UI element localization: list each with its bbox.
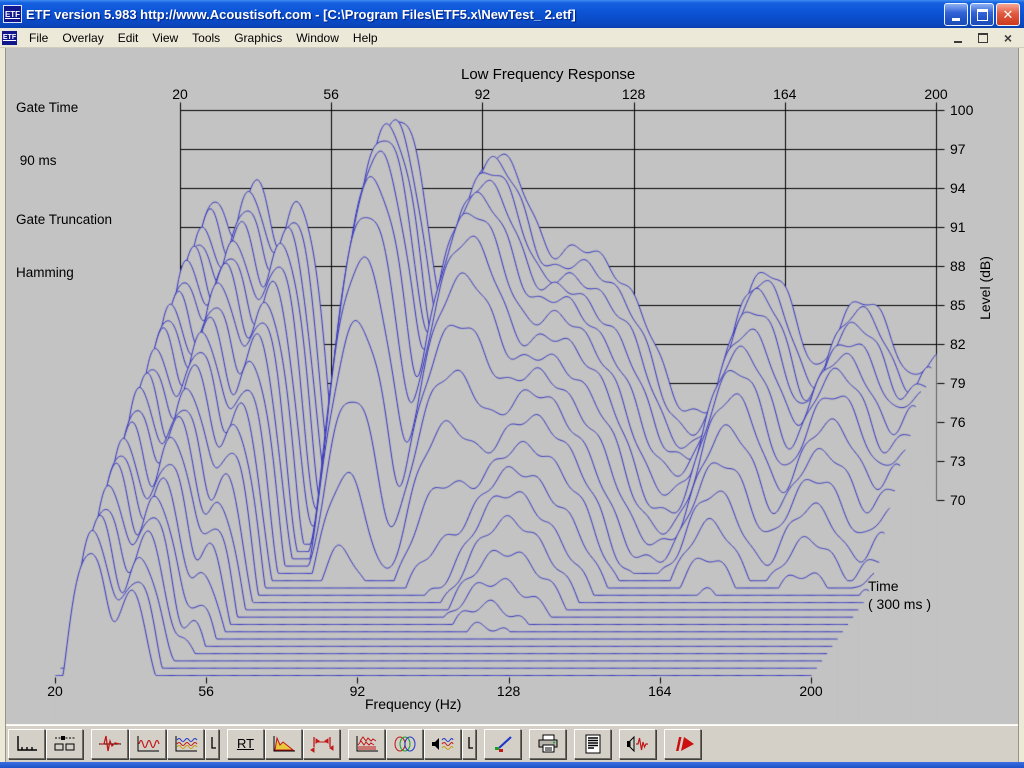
- toolbar-button-display-layout[interactable]: [46, 729, 83, 759]
- level-tick-label: 85: [950, 297, 966, 313]
- measure-run-icon: [670, 734, 696, 754]
- toolbar: RT: [6, 724, 1018, 762]
- toolbar-button-report[interactable]: [574, 729, 611, 759]
- freq-tick-label-rear: 164: [768, 86, 802, 102]
- marker-small-icon: [208, 734, 217, 754]
- freq-tick-label-front: 92: [340, 683, 374, 699]
- toolbar-button-waterfall[interactable]: [348, 729, 385, 759]
- toolbar-button-annotate-pencil[interactable]: [484, 729, 521, 759]
- display-layout-icon: [52, 734, 78, 754]
- toolbar-button-speaker-impulse[interactable]: [619, 729, 656, 759]
- toolbar-button-measure-run[interactable]: [664, 729, 701, 759]
- gate-info-panel: Gate Time 90 ms Gate Truncation Hamming: [16, 63, 112, 317]
- level-tick-label: 70: [950, 492, 966, 508]
- freq-tick-label-rear: 200: [919, 86, 953, 102]
- waterfall-icon: [354, 734, 380, 754]
- freq-tick-label-front: 200: [794, 683, 828, 699]
- x-axis-label: Frequency (Hz): [365, 696, 461, 712]
- level-tick-label: 88: [950, 258, 966, 274]
- energy-time-curve-icon: [271, 734, 297, 754]
- toolbar-button-speaker-room-response[interactable]: [424, 729, 461, 759]
- freq-tick-label-rear: 128: [617, 86, 651, 102]
- level-tick-label: 79: [950, 375, 966, 391]
- freq-tick-label-front: 20: [38, 683, 72, 699]
- chart-title: Low Frequency Response: [461, 66, 635, 83]
- gate-time-value: 90 ms: [16, 152, 112, 169]
- y-axis-label: Level (dB): [977, 243, 993, 333]
- annotate-pencil-icon: [490, 734, 516, 754]
- waterfall-plot: [0, 0, 1024, 724]
- rt60-icon: RT: [237, 736, 254, 751]
- freq-tick-label-front: 56: [189, 683, 223, 699]
- gate-truncation-value: Hamming: [16, 264, 112, 281]
- level-tick-label: 82: [950, 336, 966, 352]
- freq-tick-label-front: 164: [643, 683, 677, 699]
- toolbar-button-energy-time-curve[interactable]: [265, 729, 302, 759]
- freq-tick-label-rear: 20: [163, 86, 197, 102]
- gate-truncation-label: Gate Truncation: [16, 211, 112, 228]
- freq-tick-label-front: 128: [492, 683, 526, 699]
- toolbar-button-gate-markers[interactable]: [303, 729, 340, 759]
- toolbar-button-print[interactable]: [529, 729, 566, 759]
- speaker-room-response-icon: [430, 734, 456, 754]
- freq-tick-label-rear: 92: [465, 86, 499, 102]
- marker-small-icon: [465, 734, 474, 754]
- level-tick-label: 94: [950, 180, 966, 196]
- level-tick-label: 100: [950, 102, 973, 118]
- overlay-curves-icon: [173, 734, 199, 754]
- freq-tick-label-rear: 56: [314, 86, 348, 102]
- gate-time-label: Gate Time: [16, 99, 112, 116]
- toolbar-button-rt60[interactable]: RT: [227, 729, 264, 759]
- toolbar-button-axis-scale[interactable]: [8, 729, 45, 759]
- toolbar-button-marker-b[interactable]: [462, 729, 476, 759]
- speaker-impulse-icon: [625, 734, 651, 754]
- app-window: ETF ETF version 5.983 http://www.Acousti…: [0, 0, 1024, 768]
- window-border-bottom: [0, 762, 1024, 768]
- phase-response-icon: [392, 734, 418, 754]
- frequency-response-icon: [135, 734, 161, 754]
- toolbar-button-frequency-response[interactable]: [129, 729, 166, 759]
- gate-markers-icon: [309, 734, 335, 754]
- toolbar-button-marker-a[interactable]: [205, 729, 219, 759]
- time-axis-label: Time ( 300 ms ): [868, 577, 931, 613]
- axis-scale-icon: [14, 734, 40, 754]
- level-tick-label: 73: [950, 453, 966, 469]
- toolbar-button-overlay-curves[interactable]: [167, 729, 204, 759]
- print-icon: [535, 734, 561, 754]
- level-tick-label: 97: [950, 141, 966, 157]
- toolbar-button-phase-response[interactable]: [386, 729, 423, 759]
- toolbar-button-impulse-response[interactable]: [91, 729, 128, 759]
- report-icon: [580, 734, 606, 754]
- level-tick-label: 76: [950, 414, 966, 430]
- impulse-response-icon: [97, 734, 123, 754]
- level-tick-label: 91: [950, 219, 966, 235]
